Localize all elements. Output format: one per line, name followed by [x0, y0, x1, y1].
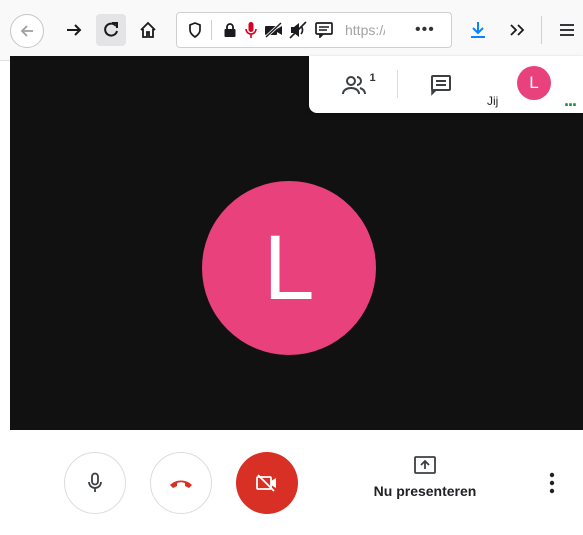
reload-button[interactable] [96, 14, 126, 46]
people-icon [342, 75, 367, 94]
present-label: Nu presenteren [373, 483, 477, 499]
forward-icon [67, 24, 82, 36]
participant-count: 1 [369, 71, 376, 84]
shield-icon[interactable] [185, 13, 205, 47]
microphone-button[interactable] [64, 452, 126, 514]
back-button[interactable] [10, 14, 44, 48]
participant-avatar: L [202, 181, 376, 355]
participants-button[interactable]: 1 [329, 56, 389, 113]
microphone-icon [88, 472, 102, 492]
address-bar[interactable]: https:// ••• [176, 12, 452, 48]
speaking-indicator: ... [564, 90, 577, 110]
lock-icon[interactable] [221, 13, 239, 47]
camera-off-icon[interactable] [263, 13, 285, 47]
microphone-icon[interactable] [243, 13, 259, 47]
camera-button[interactable] [236, 452, 298, 514]
more-options-button[interactable] [540, 468, 564, 498]
back-icon [20, 25, 33, 37]
present-now-button[interactable]: Nu presenteren [362, 455, 488, 515]
overflow-icon [510, 24, 525, 36]
toolbar-separator [541, 16, 542, 44]
self-label: Jij [487, 94, 499, 108]
browser-toolbar: https:// ••• [0, 0, 583, 61]
chat-icon [431, 74, 451, 96]
menu-icon [560, 24, 574, 36]
present-screen-icon [414, 456, 436, 474]
meeting-info-panel: 1 Jij L ... [309, 56, 583, 113]
hang-up-button[interactable] [150, 452, 212, 514]
download-button[interactable] [462, 14, 494, 46]
menu-button[interactable] [552, 14, 582, 46]
self-avatar[interactable]: L [517, 66, 551, 100]
chat-button[interactable] [419, 56, 463, 113]
urlbar-divider [211, 20, 212, 40]
message-icon[interactable] [313, 13, 335, 47]
url-text[interactable]: https:// [345, 22, 385, 38]
forward-button[interactable] [60, 14, 88, 46]
more-vert-icon [549, 472, 555, 494]
hang-up-icon [170, 480, 192, 488]
reload-icon [104, 22, 118, 37]
home-button[interactable] [133, 14, 163, 46]
speaker-off-icon[interactable] [287, 13, 309, 47]
panel-divider [397, 70, 398, 98]
camera-off-icon [256, 474, 276, 492]
home-icon [140, 21, 156, 38]
page-actions-button[interactable]: ••• [415, 21, 435, 39]
overflow-button[interactable] [502, 14, 532, 46]
download-icon [471, 22, 485, 38]
